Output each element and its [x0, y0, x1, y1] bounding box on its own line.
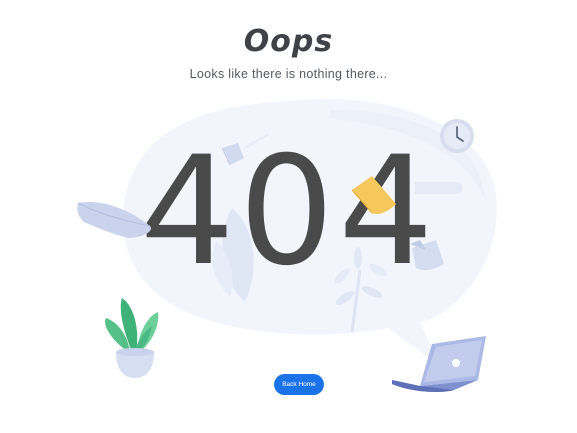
- back-home-button[interactable]: Back Home: [274, 374, 324, 395]
- page-title: Oops: [243, 24, 334, 59]
- page-subtitle: Looks like there is nothing there...: [189, 67, 388, 81]
- error-code: 404: [139, 125, 438, 299]
